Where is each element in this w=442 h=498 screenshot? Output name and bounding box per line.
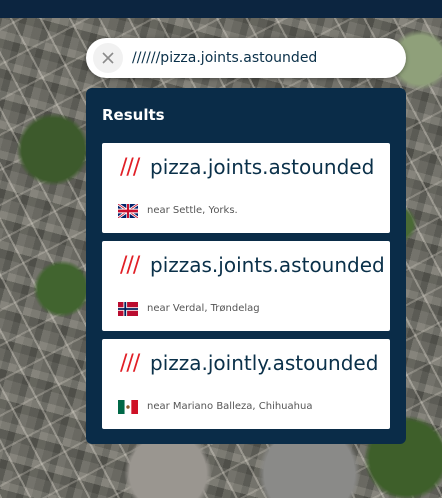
three-word-address: pizzas.joints.astounded <box>150 253 385 277</box>
nearest-place: near Verdal, Trøndelag <box>147 303 260 314</box>
norway-flag-icon <box>118 302 138 316</box>
nearest-place: near Settle, Yorks. <box>147 205 238 216</box>
results-title: Results <box>102 106 165 124</box>
uk-flag-icon <box>118 204 138 218</box>
close-icon <box>102 52 114 64</box>
nearest-place: near Mariano Balleza, Chihuahua <box>147 401 313 412</box>
search-bar <box>86 38 406 78</box>
top-bar <box>0 0 442 18</box>
mexico-flag-icon <box>118 400 138 414</box>
search-input[interactable] <box>132 46 394 70</box>
three-word-address: pizza.jointly.astounded <box>150 351 379 375</box>
slashes-prefix: /// <box>120 253 140 278</box>
three-word-address: pizza.joints.astounded <box>150 155 375 179</box>
result-item[interactable]: /// pizza.joints.astounded near Settle, … <box>102 143 390 233</box>
clear-search-button[interactable] <box>93 43 123 73</box>
result-item[interactable]: /// pizzas.joints.astounded near Verdal,… <box>102 241 390 331</box>
slashes-prefix: /// <box>120 155 140 180</box>
slashes-prefix: /// <box>120 351 140 376</box>
result-item[interactable]: /// pizza.jointly.astounded near Mariano… <box>102 339 390 429</box>
results-panel: Results /// pizza.joints.astounded near … <box>86 88 406 444</box>
